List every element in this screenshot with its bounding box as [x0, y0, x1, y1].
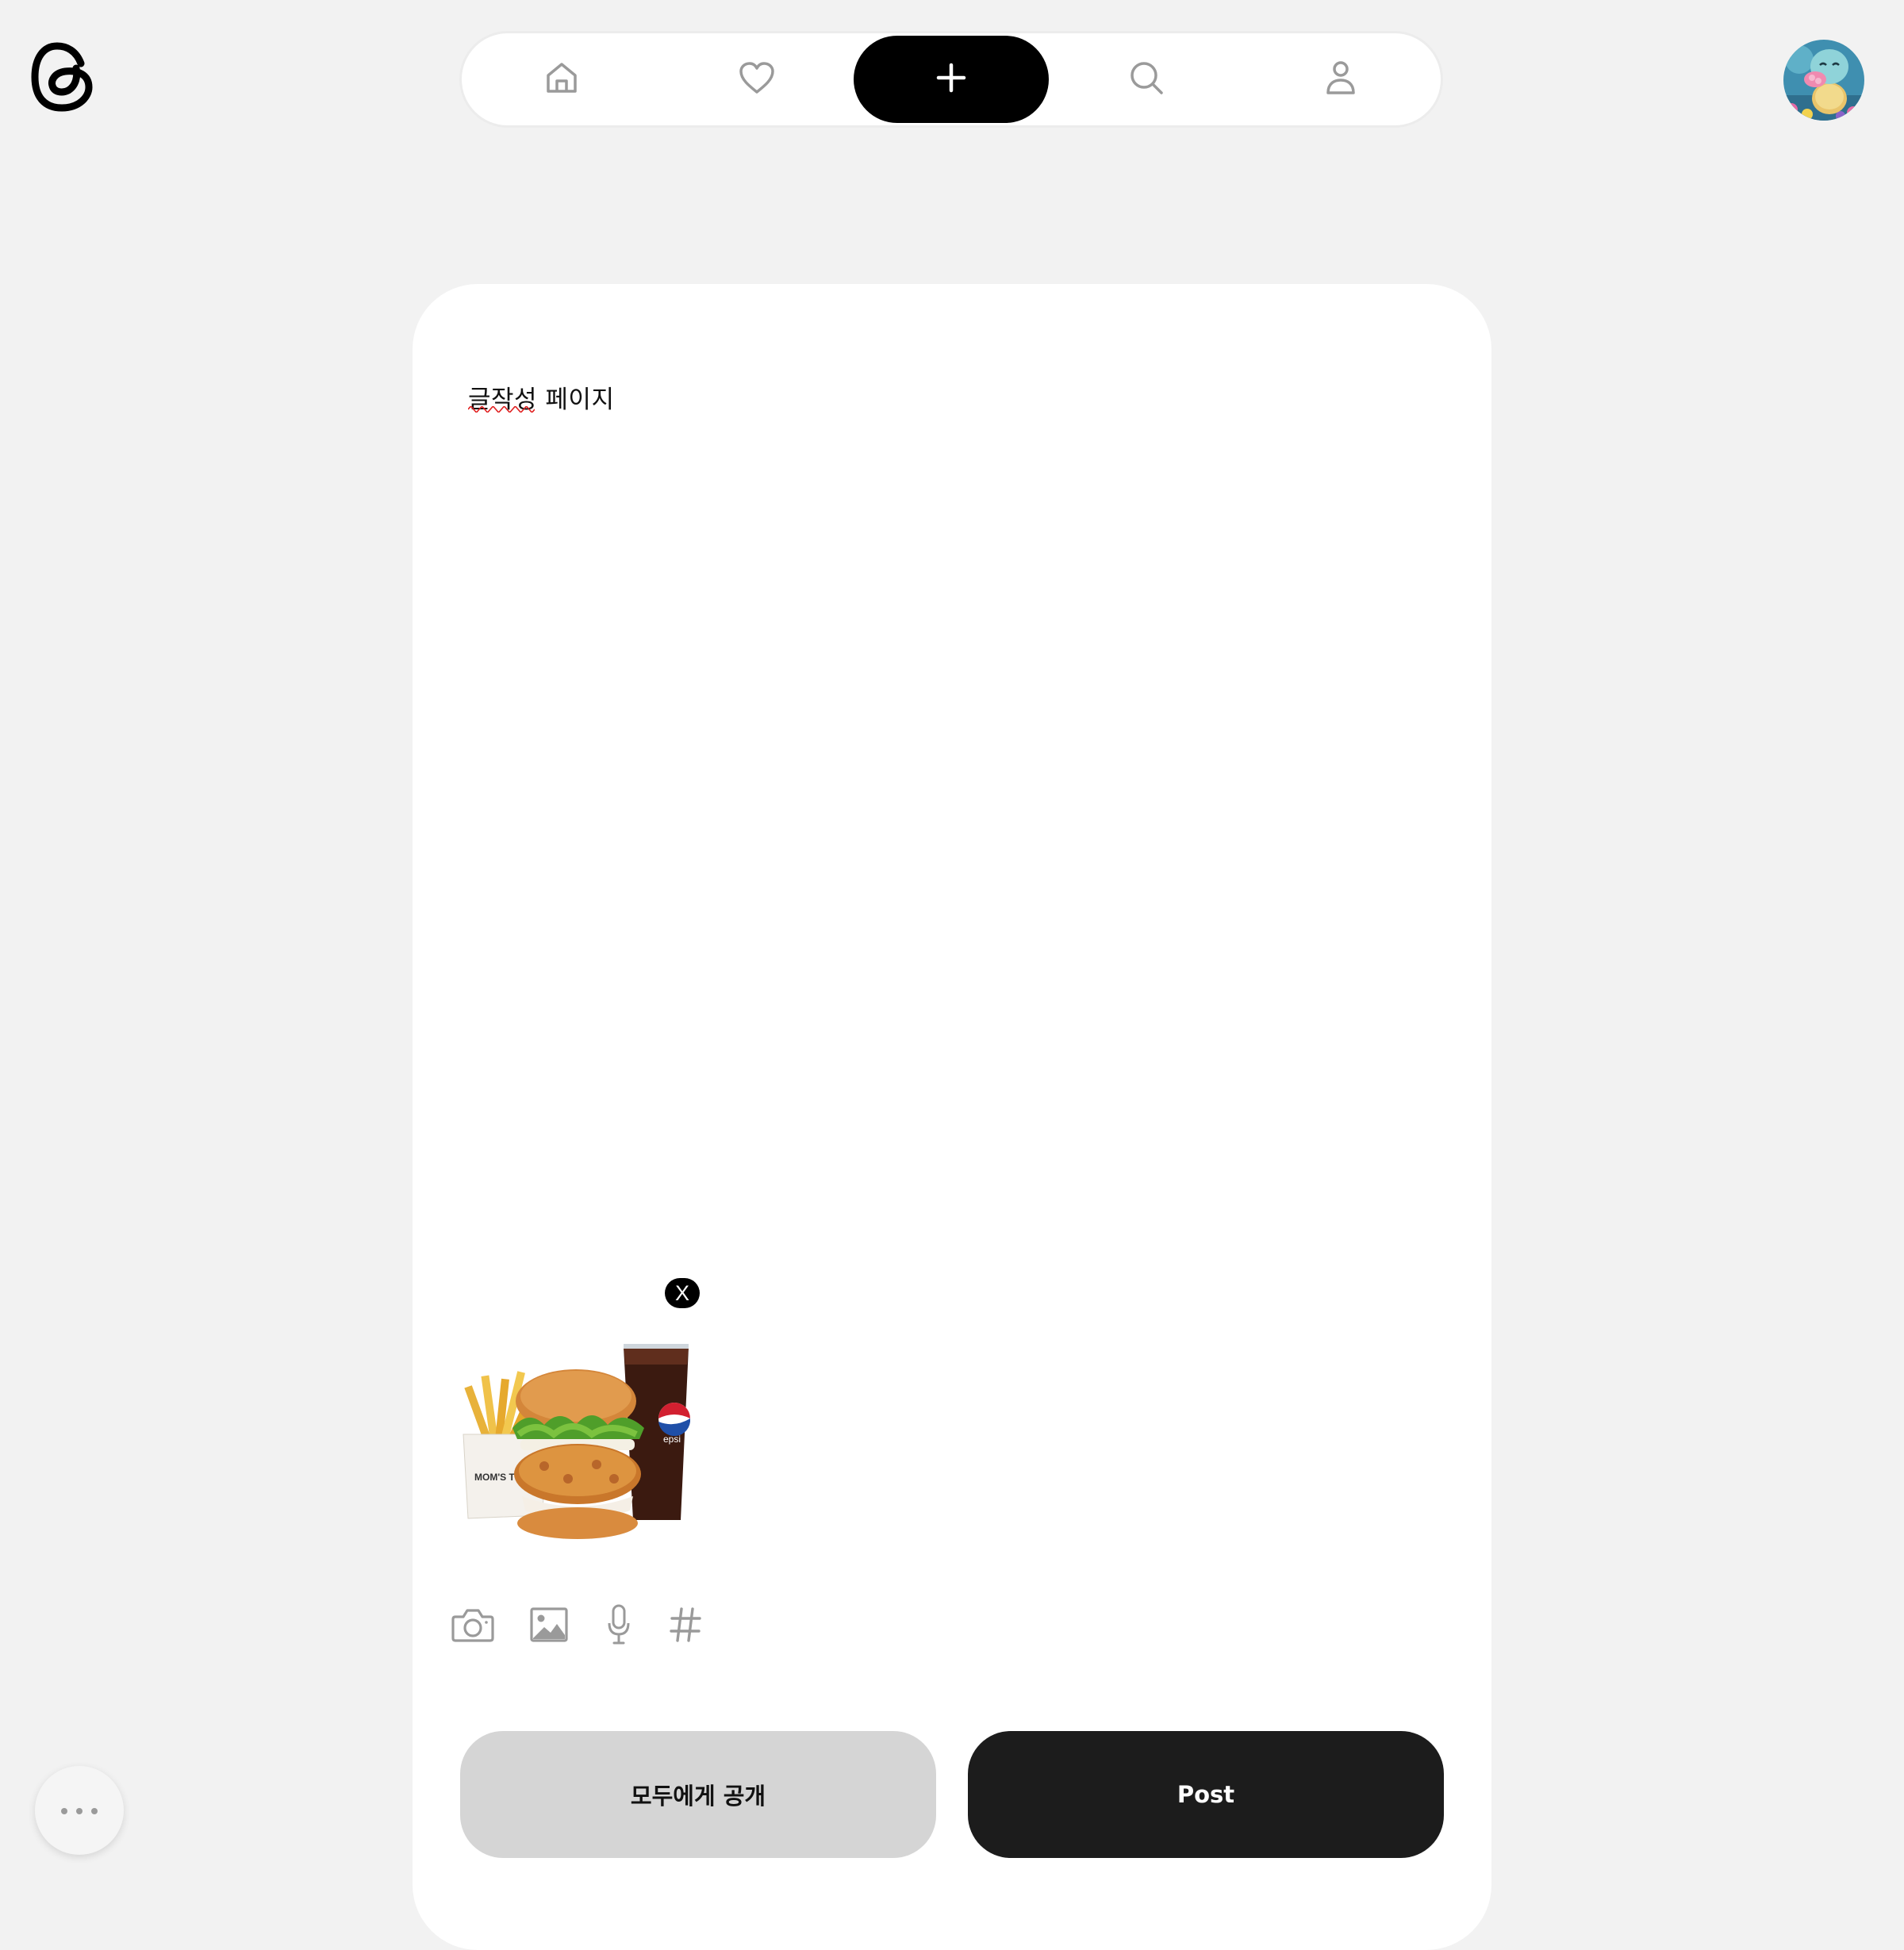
nav-create[interactable] — [854, 36, 1049, 123]
composer-toolbar — [451, 1601, 701, 1652]
microphone-icon — [607, 1604, 631, 1649]
spellcheck-underline — [468, 406, 535, 413]
nav-search[interactable] — [1049, 36, 1244, 123]
profile-icon — [1325, 59, 1357, 99]
attached-image: MOM'S T epsi — [457, 1315, 709, 1561]
remove-attachment-button[interactable]: X — [665, 1278, 700, 1308]
threads-logo-icon[interactable] — [30, 40, 95, 114]
post-button[interactable]: Post — [968, 1731, 1444, 1858]
voice-button[interactable] — [605, 1604, 633, 1649]
gallery-button[interactable] — [528, 1606, 570, 1646]
svg-text:MOM'S T: MOM'S T — [474, 1472, 516, 1483]
hashtag-icon — [670, 1606, 701, 1646]
camera-icon — [451, 1606, 495, 1647]
heart-icon — [738, 60, 776, 98]
avatar[interactable] — [1783, 40, 1864, 121]
audience-button[interactable]: 모두에게 공개 — [460, 1731, 936, 1858]
image-icon — [529, 1606, 569, 1646]
nav-activity[interactable] — [659, 36, 854, 123]
camera-button[interactable] — [451, 1606, 495, 1647]
home-icon — [543, 59, 580, 99]
search-icon — [1128, 59, 1165, 99]
burger — [512, 1369, 644, 1539]
svg-text:epsi: epsi — [663, 1434, 681, 1445]
more-dots-icon — [60, 1803, 99, 1818]
composer-card: 글작성 페이지 MOM'S T epsi X 모두에게 공개 Post — [413, 284, 1491, 1950]
plus-icon — [935, 62, 967, 97]
more-options-button[interactable] — [35, 1766, 124, 1855]
hashtag-button[interactable] — [670, 1606, 701, 1646]
top-navigation — [462, 33, 1441, 125]
nav-home[interactable] — [464, 36, 659, 123]
nav-profile[interactable] — [1243, 36, 1438, 123]
